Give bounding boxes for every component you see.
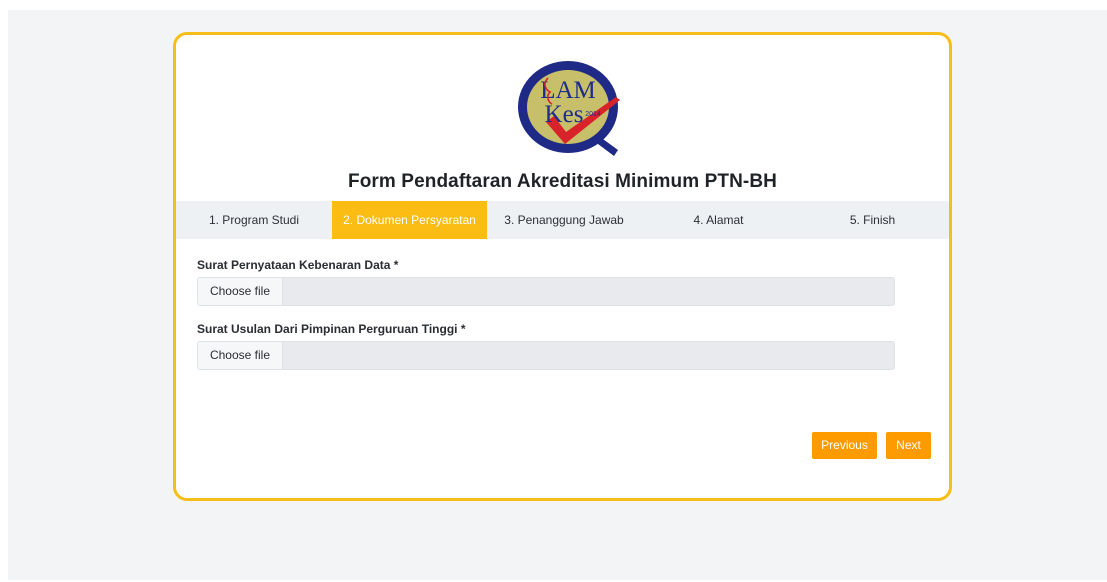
wizard-steps: 1. Program Studi 2. Dokumen Persyaratan … (176, 201, 949, 239)
step-program-studi[interactable]: 1. Program Studi (176, 201, 332, 239)
lamkes-logo: LAM Kes 2014 (518, 61, 620, 156)
logo-text-kes: Kes (545, 101, 584, 128)
previous-button[interactable]: Previous (812, 432, 877, 459)
choose-file-button[interactable]: Choose file (198, 342, 283, 369)
step-dokumen-persyaratan[interactable]: 2. Dokumen Persyaratan (332, 201, 487, 239)
form-title: Form Pendaftaran Akreditasi Minimum PTN-… (348, 171, 777, 192)
registration-card: LAM Kes 2014 Form Pendaftaran Akreditasi… (173, 32, 952, 501)
file-input-surat-pernyataan[interactable]: Choose file (197, 277, 895, 306)
file-input-surat-usulan[interactable]: Choose file (197, 341, 895, 370)
step-finish[interactable]: 5. Finish (796, 201, 949, 239)
step-penanggung-jawab[interactable]: 3. Penanggung Jawab (487, 201, 641, 239)
field-label-surat-usulan: Surat Usulan Dari Pimpinan Perguruan Tin… (197, 322, 466, 336)
choose-file-button[interactable]: Choose file (198, 278, 283, 305)
logo-text-year: 2014 (585, 111, 601, 118)
next-button[interactable]: Next (886, 432, 931, 459)
field-label-surat-pernyataan: Surat Pernyataan Kebenaran Data * (197, 258, 399, 272)
step-alamat[interactable]: 4. Alamat (641, 201, 796, 239)
